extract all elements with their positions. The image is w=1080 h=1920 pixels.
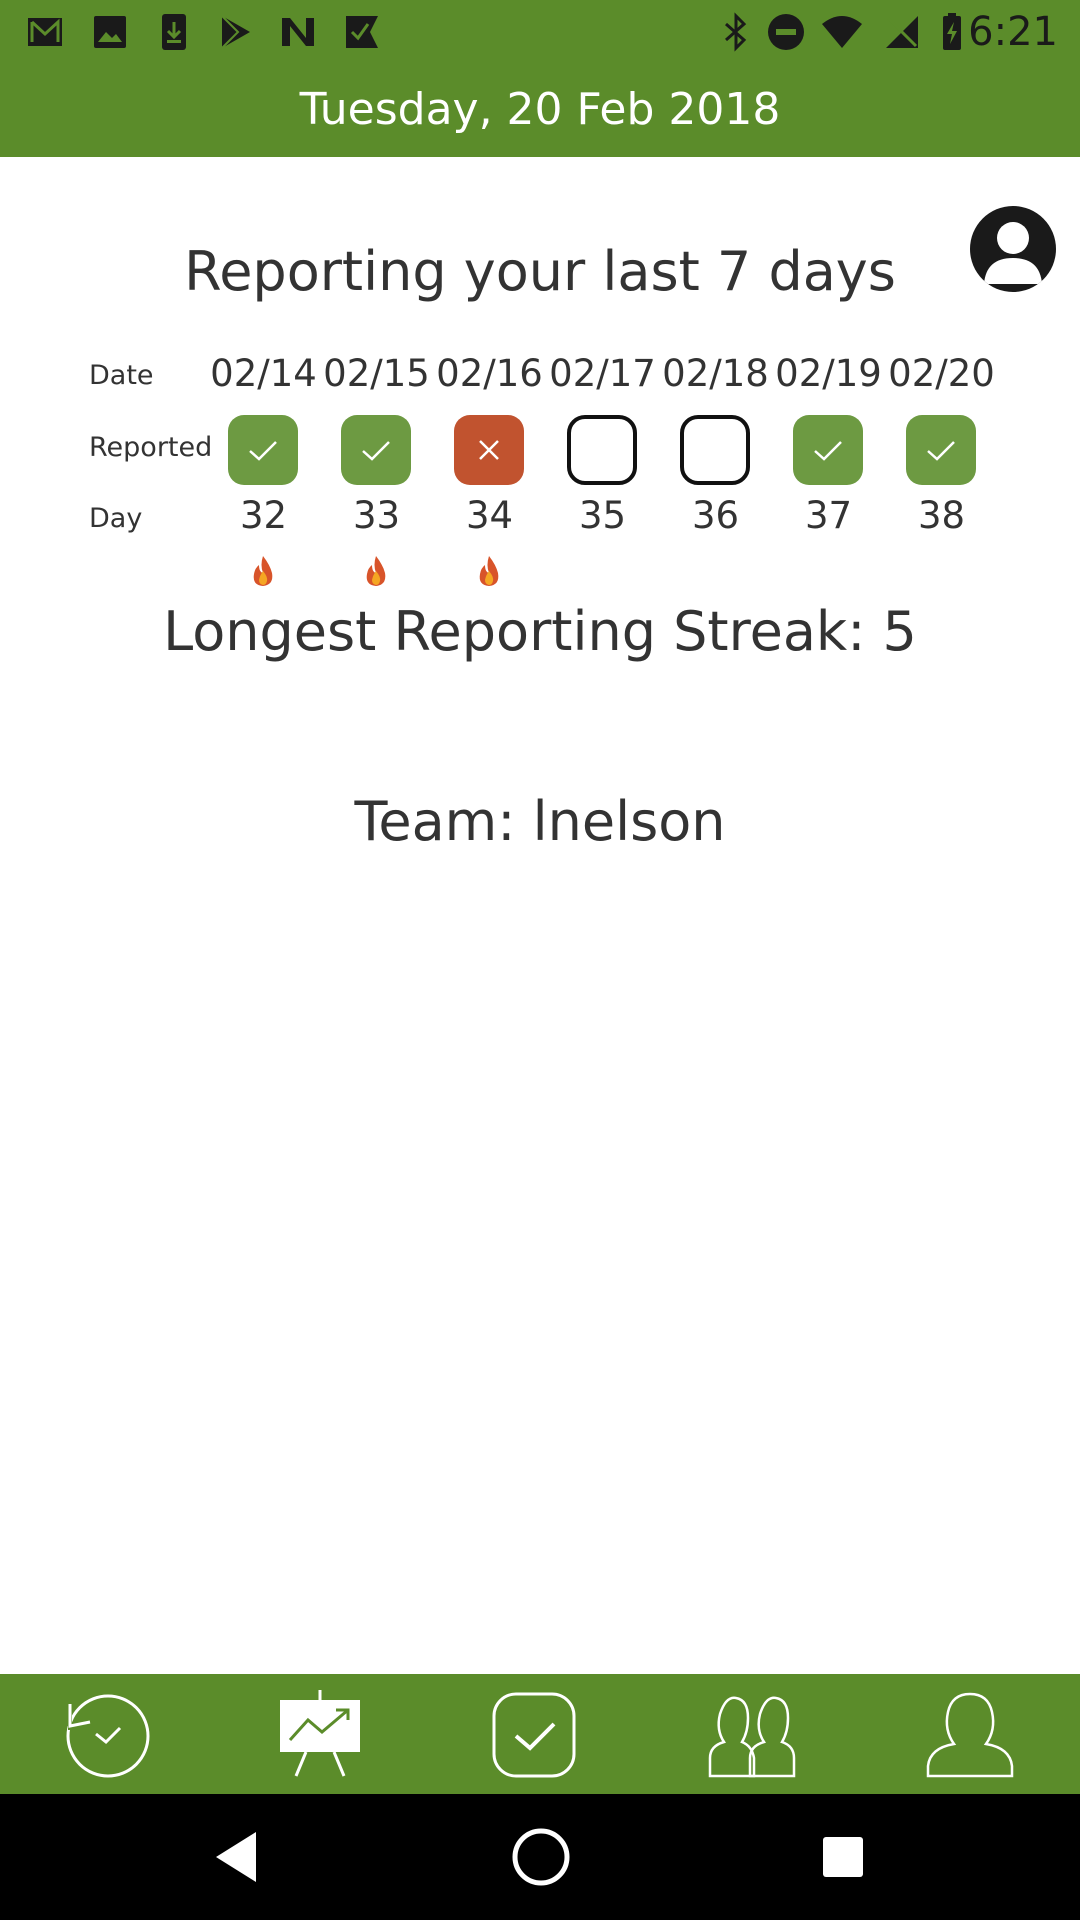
- check-icon: [814, 441, 842, 461]
- n-app-icon: [282, 18, 314, 46]
- checkbox-icon[interactable]: [484, 1686, 584, 1782]
- date-cell: 02/18: [662, 352, 769, 395]
- check-icon: [362, 441, 390, 461]
- gmail-icon: [28, 18, 62, 46]
- date-cell: 02/20: [888, 352, 995, 395]
- day-cell: 35: [578, 494, 627, 537]
- app-header: Tuesday, 20 Feb 2018: [0, 62, 1080, 157]
- date-cell: 02/15: [323, 352, 430, 395]
- download-icon: [162, 14, 186, 50]
- trending-board-icon[interactable]: [270, 1686, 370, 1782]
- reported-status-box[interactable]: [793, 415, 863, 485]
- app-screen: 6:21 Tuesday, 20 Feb 2018 Reporting your…: [0, 0, 1080, 1920]
- date-row-label: Date: [89, 360, 154, 391]
- date-cell: 02/14: [210, 352, 317, 395]
- date-cell: 02/17: [549, 352, 656, 395]
- longest-streak: Longest Reporting Streak: 5: [163, 600, 917, 663]
- reported-row-label: Reported: [89, 432, 213, 463]
- history-icon[interactable]: [58, 1686, 158, 1782]
- reported-status-box[interactable]: [567, 415, 637, 485]
- photo-icon: [94, 16, 126, 48]
- wifi-icon: [822, 16, 862, 48]
- reported-status-box[interactable]: [454, 415, 524, 485]
- reported-status-box[interactable]: [228, 415, 298, 485]
- status-bar: 6:21: [0, 0, 1080, 62]
- home-icon[interactable]: [508, 1824, 574, 1890]
- day-cell: 33: [352, 494, 401, 537]
- no-signal-icon: [886, 16, 918, 48]
- report-title: Reporting your last 7 days: [184, 240, 896, 303]
- reported-status-box[interactable]: [906, 415, 976, 485]
- day-cell: 38: [917, 494, 966, 537]
- bluetooth-icon: [725, 12, 747, 52]
- recents-icon[interactable]: [810, 1824, 876, 1890]
- check-icon: [927, 441, 955, 461]
- profile-icon[interactable]: [920, 1686, 1020, 1782]
- do-not-disturb-icon: [768, 14, 804, 50]
- x-icon: [479, 440, 499, 460]
- reported-status-box[interactable]: [341, 415, 411, 485]
- team-icon[interactable]: [702, 1686, 802, 1782]
- flame-icon: [366, 556, 386, 586]
- flame-icon: [253, 556, 273, 586]
- play-store-icon: [221, 15, 250, 49]
- checkmark-app-icon: [346, 16, 378, 48]
- day-row-label: Day: [89, 503, 143, 534]
- check-icon: [249, 441, 277, 461]
- date-cell: 02/16: [436, 352, 543, 395]
- bottom-navigation: [0, 1674, 1080, 1794]
- day-cell: 37: [804, 494, 853, 537]
- date-cell: 02/19: [775, 352, 882, 395]
- reported-status-box[interactable]: [680, 415, 750, 485]
- team-name: Team: lnelson: [354, 790, 726, 853]
- status-time: 6:21: [968, 9, 1058, 55]
- flame-icon: [479, 556, 499, 586]
- day-cell: 36: [691, 494, 740, 537]
- day-cell: 32: [239, 494, 288, 537]
- back-icon[interactable]: [204, 1824, 270, 1890]
- day-cell: 34: [465, 494, 514, 537]
- header-date: Tuesday, 20 Feb 2018: [299, 84, 781, 135]
- system-navigation: [0, 1794, 1080, 1920]
